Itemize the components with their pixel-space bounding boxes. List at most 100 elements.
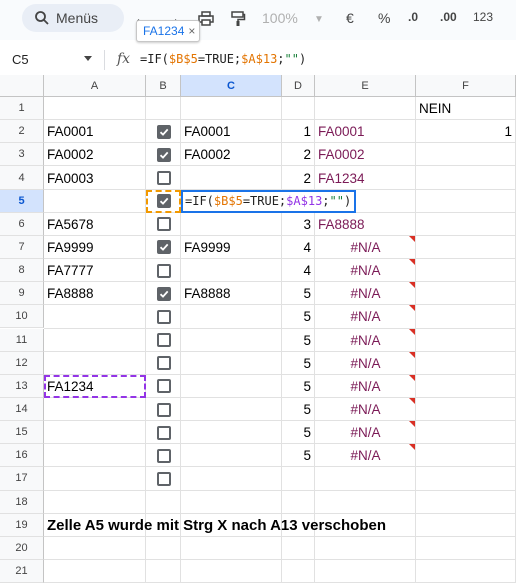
cell-c2[interactable]: FA0001 (181, 120, 282, 143)
row-header-9[interactable]: 9 (0, 282, 44, 306)
increase-decimal-button[interactable]: .00 (440, 10, 457, 24)
checkbox-b16[interactable] (156, 448, 171, 463)
cell-f2[interactable]: 1 (416, 120, 516, 143)
number-format-button[interactable]: 123 (473, 10, 493, 24)
error-cell-e16[interactable]: #N/A (315, 444, 416, 467)
cell-e4[interactable]: FA1234 (315, 166, 416, 189)
cell-d13[interactable]: 5 (282, 375, 315, 398)
select-all-corner[interactable] (0, 75, 44, 97)
cell-e3[interactable]: FA0002 (315, 143, 416, 166)
cell-d3[interactable]: 2 (282, 143, 315, 166)
checkbox-b10[interactable] (156, 309, 171, 324)
cell-a4[interactable]: FA0003 (44, 166, 146, 189)
checkbox-b2[interactable] (156, 124, 171, 139)
row-header-10[interactable]: 10 (0, 305, 44, 329)
cell-c3[interactable]: FA0002 (181, 143, 282, 166)
menus-search[interactable]: Menüs (22, 4, 124, 32)
percent-format-button[interactable]: % (378, 10, 390, 26)
column-header-e[interactable]: E (315, 75, 416, 97)
checkbox-b13[interactable] (156, 379, 171, 394)
row-header-17[interactable]: 17 (0, 467, 44, 491)
name-box-chevron-icon[interactable] (84, 56, 92, 62)
column-header-a[interactable]: A (44, 75, 146, 97)
cell-a3[interactable]: FA0002 (44, 143, 146, 166)
row-header-16[interactable]: 16 (0, 444, 44, 468)
row-header-2[interactable]: 2 (0, 120, 44, 144)
column-header-c[interactable]: C (181, 75, 282, 97)
decrease-decimal-button[interactable]: .0 (408, 10, 418, 24)
checkbox-b4[interactable] (156, 171, 171, 186)
error-cell-e15[interactable]: #N/A (315, 421, 416, 444)
error-cell-e11[interactable]: #N/A (315, 329, 416, 352)
checkbox-b5[interactable] (156, 194, 171, 209)
error-cell-e14[interactable]: #N/A (315, 398, 416, 421)
row-header-19[interactable]: 19 (0, 513, 44, 537)
cell-a13[interactable]: FA1234 (44, 375, 146, 398)
row-header-13[interactable]: 13 (0, 374, 44, 398)
checkbox-b7[interactable] (156, 240, 171, 255)
zoom-select[interactable]: 100% (262, 10, 298, 26)
cell-d7[interactable]: 4 (282, 236, 315, 259)
cell-d12[interactable]: 5 (282, 352, 315, 375)
checkbox-b12[interactable] (156, 356, 171, 371)
error-cell-e13[interactable]: #N/A (315, 375, 416, 398)
formula-input[interactable]: =IF($B$5=TRUE;$A$13;"") (140, 52, 306, 66)
column-header-b[interactable]: B (146, 75, 181, 97)
row-header-18[interactable]: 18 (0, 490, 44, 514)
checkbox-b14[interactable] (156, 402, 171, 417)
cell-d8[interactable]: 4 (282, 259, 315, 282)
row-header-4[interactable]: 4 (0, 166, 44, 190)
cell-d10[interactable]: 5 (282, 305, 315, 328)
error-cell-e8[interactable]: #N/A (315, 259, 416, 282)
currency-format-button[interactable]: € (346, 10, 354, 26)
checkbox-b8[interactable] (156, 263, 171, 278)
close-icon[interactable]: × (188, 24, 195, 38)
name-box[interactable]: C5 (12, 52, 29, 67)
row-header-8[interactable]: 8 (0, 259, 44, 283)
cell-d15[interactable]: 5 (282, 421, 315, 444)
row-header-14[interactable]: 14 (0, 397, 44, 422)
error-cell-e10[interactable]: #N/A (315, 305, 416, 328)
spreadsheet-grid[interactable]: A B C D E F 1 2 3 4 5 6 7 8 9 10 11 12 13 14 15 16 17 18 19 20 21 N… (0, 75, 516, 583)
cell-d2[interactable]: 1 (282, 120, 315, 143)
cell-d9[interactable]: 5 (282, 282, 315, 305)
cell-editor[interactable]: =IF($B$5 =TRUE; $A$13; "") (181, 189, 356, 213)
checkbox-b17[interactable] (156, 471, 171, 486)
cell-e6[interactable]: FA8888 (315, 213, 416, 236)
cell-d14[interactable]: 5 (282, 398, 315, 421)
autocomplete-chip[interactable]: FA1234 × (136, 20, 200, 42)
row-header-6[interactable]: 6 (0, 212, 44, 236)
column-header-d[interactable]: D (282, 75, 315, 97)
checkbox-b11[interactable] (156, 333, 171, 348)
cell-d4[interactable]: 2 (282, 166, 315, 189)
cell-a8[interactable]: FA7777 (44, 259, 146, 282)
paint-format-icon[interactable] (230, 11, 246, 27)
error-cell-e9[interactable]: #N/A (315, 282, 416, 305)
row-header-11[interactable]: 11 (0, 328, 44, 352)
row-header-12[interactable]: 12 (0, 351, 44, 375)
cell-c9[interactable]: FA8888 (181, 282, 282, 305)
checkbox-b15[interactable] (156, 425, 171, 440)
checkbox-b6[interactable] (156, 217, 171, 232)
row-header-7[interactable]: 7 (0, 235, 44, 260)
zoom-chevron-icon[interactable]: ▼ (314, 14, 324, 25)
cell-d11[interactable]: 5 (282, 329, 315, 352)
row-header-3[interactable]: 3 (0, 143, 44, 167)
cell-a6[interactable]: FA5678 (44, 213, 146, 236)
row-header-20[interactable]: 20 (0, 536, 44, 560)
print-icon[interactable] (198, 11, 214, 27)
row-header-1[interactable]: 1 (0, 97, 44, 121)
cell-a2[interactable]: FA0001 (44, 120, 146, 143)
cell-d16[interactable]: 5 (282, 444, 315, 467)
cell-f1[interactable]: NEIN (416, 97, 516, 120)
checkbox-b9[interactable] (156, 286, 171, 301)
row-header-21[interactable]: 21 (0, 560, 44, 583)
row-header-5[interactable]: 5 (0, 189, 44, 213)
error-cell-e12[interactable]: #N/A (315, 352, 416, 375)
error-cell-e7[interactable]: #N/A (315, 236, 416, 259)
cell-a7[interactable]: FA9999 (44, 236, 146, 259)
cell-e2[interactable]: FA0001 (315, 120, 416, 143)
cell-a9[interactable]: FA8888 (44, 282, 146, 305)
row-header-15[interactable]: 15 (0, 421, 44, 445)
cell-d6[interactable]: 3 (282, 213, 315, 236)
